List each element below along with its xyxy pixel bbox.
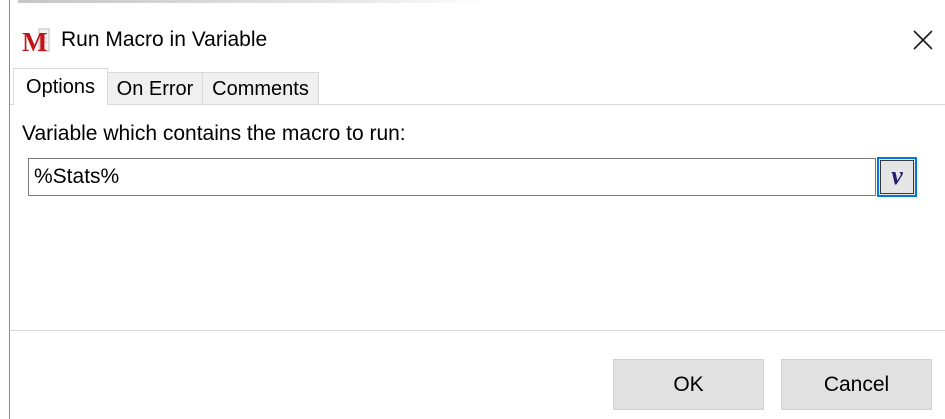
tab-options[interactable]: Options <box>13 68 108 105</box>
variable-input[interactable] <box>28 158 876 196</box>
tab-strip: Options On Error Comments <box>10 68 945 105</box>
close-button[interactable] <box>905 22 941 58</box>
background-window-strip <box>0 0 945 8</box>
options-panel: Variable which contains the macro to run… <box>10 105 945 330</box>
dialog-title: Run Macro in Variable <box>61 28 268 51</box>
variable-label: Variable which contains the macro to run… <box>22 122 406 145</box>
macro-app-icon: M <box>22 26 50 57</box>
run-macro-dialog: M Run Macro in Variable Options On Error… <box>0 0 945 419</box>
cancel-button[interactable]: Cancel <box>781 359 932 410</box>
close-icon <box>905 30 941 62</box>
variable-button-label: v <box>880 160 914 194</box>
tab-on-error[interactable]: On Error <box>107 72 203 104</box>
tab-comments[interactable]: Comments <box>202 72 319 104</box>
ok-button[interactable]: OK <box>613 359 764 410</box>
insert-variable-button[interactable]: v <box>877 157 917 197</box>
background-window-fragment <box>18 0 488 3</box>
dialog-footer: OK Cancel <box>10 331 945 419</box>
svg-text:M: M <box>22 27 47 54</box>
title-bar: M Run Macro in Variable <box>10 8 945 66</box>
